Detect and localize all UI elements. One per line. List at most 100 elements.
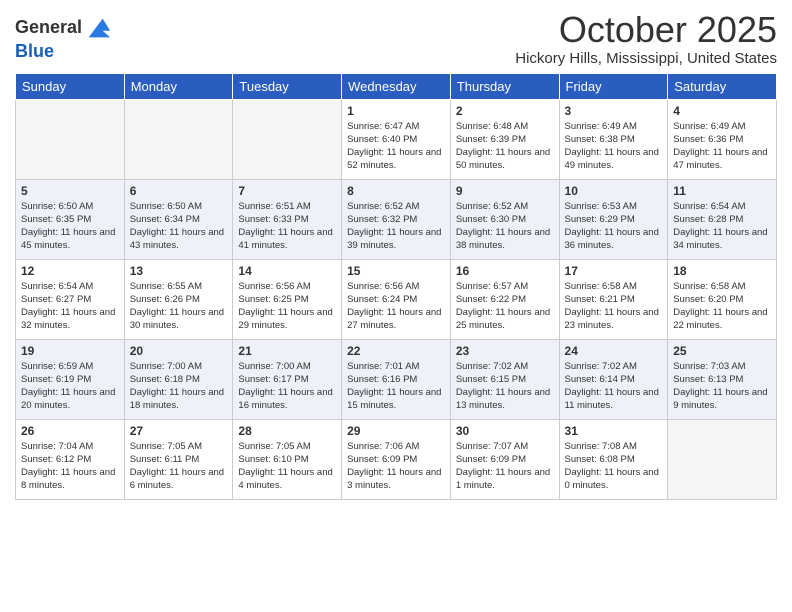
calendar-cell-w4-d4: 22Sunrise: 7:01 AMSunset: 6:16 PMDayligh…	[342, 339, 451, 419]
day-number: 10	[565, 184, 663, 198]
logo-blue: Blue	[15, 41, 54, 61]
day-info: Sunrise: 7:02 AMSunset: 6:15 PMDaylight:…	[456, 360, 554, 413]
day-info: Sunrise: 7:05 AMSunset: 6:10 PMDaylight:…	[238, 440, 336, 493]
day-number: 22	[347, 344, 445, 358]
calendar-cell-w3-d6: 17 Sunrise: 6:58 AMSunset: 6:21 PMDayligh…	[559, 259, 668, 339]
day-info: Sunrise: 6:48 AMSunset: 6:39 PMDaylight:…	[456, 120, 554, 173]
location-title: Hickory Hills, Mississippi, United State…	[515, 50, 777, 67]
day-info: Sunrise: 6:54 AMSunset: 6:28 PMDaylight:…	[673, 200, 771, 253]
day-number: 27	[130, 424, 228, 438]
day-info: Sunrise: 6:57 AMSunset: 6:22 PMDaylight:…	[456, 280, 554, 333]
day-info: Sunrise: 6:47 AMSunset: 6:40 PMDaylight:…	[347, 120, 445, 173]
header-sunday: Sunday	[16, 73, 125, 99]
day-number: 23	[456, 344, 554, 358]
day-info: Sunrise: 6:51 AMSunset: 6:33 PMDaylight:…	[238, 200, 336, 253]
calendar-cell-w3-d5: 16 Sunrise: 6:57 AMSunset: 6:22 PMDayligh…	[450, 259, 559, 339]
day-number: 16	[456, 264, 554, 278]
calendar-cell-w3-d1: 12 Sunrise: 6:54 AMSunset: 6:27 PMDayligh…	[16, 259, 125, 339]
day-number: 4	[673, 104, 771, 118]
calendar-cell-w5-d7	[668, 419, 777, 499]
day-number: 25	[673, 344, 771, 358]
header-tuesday: Tuesday	[233, 73, 342, 99]
day-number: 6	[130, 184, 228, 198]
day-info: Sunrise: 7:00 AMSunset: 6:18 PMDaylight:…	[130, 360, 228, 413]
calendar-cell-w2-d4: 8Sunrise: 6:52 AMSunset: 6:32 PMDaylight…	[342, 179, 451, 259]
day-number: 29	[347, 424, 445, 438]
day-number: 13	[130, 264, 228, 278]
title-block: October 2025 Hickory Hills, Mississippi,…	[515, 10, 777, 67]
calendar-cell-w3-d2: 13Sunrise: 6:55 AMSunset: 6:26 PMDayligh…	[124, 259, 233, 339]
logo: General Blue	[15, 14, 112, 62]
logo-text-line2: Blue	[15, 42, 112, 62]
calendar-cell-w1-d1	[16, 99, 125, 179]
day-info: Sunrise: 7:05 AMSunset: 6:11 PMDaylight:…	[130, 440, 228, 493]
week-row-5: 26 Sunrise: 7:04 AMSunset: 6:12 PMDayligh…	[16, 419, 777, 499]
day-number: 9	[456, 184, 554, 198]
header-wednesday: Wednesday	[342, 73, 451, 99]
calendar-cell-w5-d3: 28 Sunrise: 7:05 AMSunset: 6:10 PMDayligh…	[233, 419, 342, 499]
day-number: 21	[238, 344, 336, 358]
day-number: 15	[347, 264, 445, 278]
calendar-cell-w3-d3: 14 Sunrise: 6:56 AMSunset: 6:25 PMDayligh…	[233, 259, 342, 339]
calendar-cell-w1-d3	[233, 99, 342, 179]
day-number: 8	[347, 184, 445, 198]
day-info: Sunrise: 7:00 AMSunset: 6:17 PMDaylight:…	[238, 360, 336, 413]
week-row-4: 19Sunrise: 6:59 AMSunset: 6:19 PMDayligh…	[16, 339, 777, 419]
day-number: 18	[673, 264, 771, 278]
day-info: Sunrise: 6:56 AMSunset: 6:24 PMDaylight:…	[347, 280, 445, 333]
day-number: 3	[565, 104, 663, 118]
calendar-cell-w2-d3: 7 Sunrise: 6:51 AMSunset: 6:33 PMDaylight…	[233, 179, 342, 259]
day-number: 2	[456, 104, 554, 118]
day-number: 14	[238, 264, 336, 278]
calendar-cell-w4-d3: 21 Sunrise: 7:00 AMSunset: 6:17 PMDayligh…	[233, 339, 342, 419]
day-number: 28	[238, 424, 336, 438]
logo-text-line1: General	[15, 18, 82, 38]
day-info: Sunrise: 6:58 AMSunset: 6:21 PMDaylight:…	[565, 280, 663, 333]
day-info: Sunrise: 6:58 AMSunset: 6:20 PMDaylight:…	[673, 280, 771, 333]
day-number: 26	[21, 424, 119, 438]
calendar-cell-w4-d2: 20Sunrise: 7:00 AMSunset: 6:18 PMDayligh…	[124, 339, 233, 419]
day-number: 30	[456, 424, 554, 438]
calendar-cell-w1-d6: 3 Sunrise: 6:49 AMSunset: 6:38 PMDaylight…	[559, 99, 668, 179]
header-monday: Monday	[124, 73, 233, 99]
day-info: Sunrise: 7:03 AMSunset: 6:13 PMDaylight:…	[673, 360, 771, 413]
day-info: Sunrise: 7:06 AMSunset: 6:09 PMDaylight:…	[347, 440, 445, 493]
day-info: Sunrise: 7:04 AMSunset: 6:12 PMDaylight:…	[21, 440, 119, 493]
day-number: 24	[565, 344, 663, 358]
day-number: 11	[673, 184, 771, 198]
day-number: 31	[565, 424, 663, 438]
header-thursday: Thursday	[450, 73, 559, 99]
calendar-table: Sunday Monday Tuesday Wednesday Thursday…	[15, 73, 777, 500]
calendar-cell-w2-d1: 5 Sunrise: 6:50 AMSunset: 6:35 PMDaylight…	[16, 179, 125, 259]
day-number: 17	[565, 264, 663, 278]
calendar-cell-w3-d4: 15 Sunrise: 6:56 AMSunset: 6:24 PMDayligh…	[342, 259, 451, 339]
day-info: Sunrise: 6:59 AMSunset: 6:19 PMDaylight:…	[21, 360, 119, 413]
day-info: Sunrise: 7:08 AMSunset: 6:08 PMDaylight:…	[565, 440, 663, 493]
calendar-cell-w1-d2	[124, 99, 233, 179]
calendar-cell-w5-d6: 31 Sunrise: 7:08 AMSunset: 6:08 PMDayligh…	[559, 419, 668, 499]
calendar-cell-w2-d6: 10 Sunrise: 6:53 AMSunset: 6:29 PMDayligh…	[559, 179, 668, 259]
day-info: Sunrise: 6:50 AMSunset: 6:35 PMDaylight:…	[21, 200, 119, 253]
day-info: Sunrise: 6:54 AMSunset: 6:27 PMDaylight:…	[21, 280, 119, 333]
day-info: Sunrise: 6:53 AMSunset: 6:29 PMDaylight:…	[565, 200, 663, 253]
day-number: 7	[238, 184, 336, 198]
calendar-cell-w5-d5: 30Sunrise: 7:07 AMSunset: 6:09 PMDayligh…	[450, 419, 559, 499]
week-row-1: 1 Sunrise: 6:47 AMSunset: 6:40 PMDaylight…	[16, 99, 777, 179]
calendar-cell-w1-d7: 4 Sunrise: 6:49 AMSunset: 6:36 PMDaylight…	[668, 99, 777, 179]
day-info: Sunrise: 6:50 AMSunset: 6:34 PMDaylight:…	[130, 200, 228, 253]
logo-icon	[84, 14, 112, 42]
day-info: Sunrise: 6:49 AMSunset: 6:38 PMDaylight:…	[565, 120, 663, 173]
week-row-3: 12 Sunrise: 6:54 AMSunset: 6:27 PMDayligh…	[16, 259, 777, 339]
day-info: Sunrise: 6:56 AMSunset: 6:25 PMDaylight:…	[238, 280, 336, 333]
calendar-cell-w1-d5: 2 Sunrise: 6:48 AMSunset: 6:39 PMDaylight…	[450, 99, 559, 179]
day-number: 12	[21, 264, 119, 278]
day-number: 1	[347, 104, 445, 118]
day-info: Sunrise: 6:52 AMSunset: 6:30 PMDaylight:…	[456, 200, 554, 253]
header-saturday: Saturday	[668, 73, 777, 99]
calendar-cell-w4-d1: 19Sunrise: 6:59 AMSunset: 6:19 PMDayligh…	[16, 339, 125, 419]
calendar-cell-w5-d4: 29 Sunrise: 7:06 AMSunset: 6:09 PMDayligh…	[342, 419, 451, 499]
day-info: Sunrise: 6:49 AMSunset: 6:36 PMDaylight:…	[673, 120, 771, 173]
weekday-header-row: Sunday Monday Tuesday Wednesday Thursday…	[16, 73, 777, 99]
day-number: 5	[21, 184, 119, 198]
calendar-cell-w5-d1: 26 Sunrise: 7:04 AMSunset: 6:12 PMDayligh…	[16, 419, 125, 499]
